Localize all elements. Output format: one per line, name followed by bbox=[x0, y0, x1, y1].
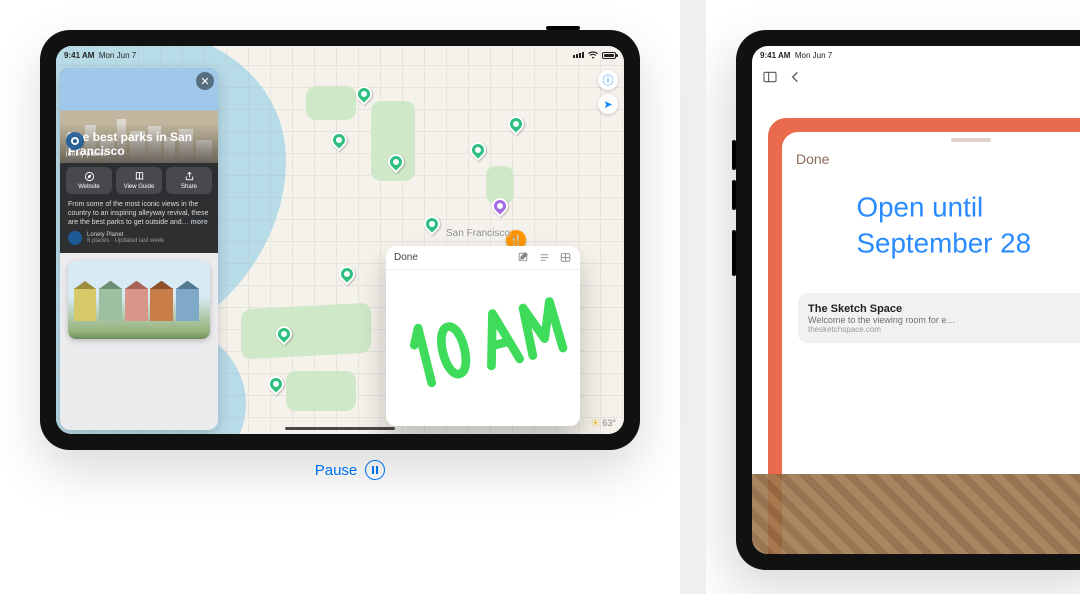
table-icon[interactable] bbox=[559, 251, 572, 264]
status-bar: 9:41 AM Mon Jun 7 bbox=[56, 46, 624, 64]
battery-icon bbox=[602, 52, 616, 59]
map-park-block bbox=[286, 371, 356, 411]
ipad-portrait-device: 9:41 AM Mon Jun 7 Done bbox=[736, 30, 1080, 570]
guide-share-button[interactable]: Share bbox=[166, 167, 212, 194]
ipad-landscape-device: 🍴 San Francisco ⓘ ➤ 63° 9:41 AM Mon Jun … bbox=[40, 30, 640, 450]
guide-website-button[interactable]: Website bbox=[66, 167, 112, 194]
pause-icon bbox=[365, 460, 385, 480]
status-date: Mon Jun 7 bbox=[795, 51, 832, 60]
safari-page-background bbox=[752, 474, 1080, 554]
note-ink-area[interactable]: Open until September 28 bbox=[782, 176, 1080, 287]
link-card-domain: thesketchspace.com bbox=[808, 325, 1080, 334]
close-icon: ✕ bbox=[200, 75, 209, 88]
page-divider bbox=[680, 0, 706, 594]
quick-note-canvas[interactable]: 10 AM bbox=[386, 270, 580, 426]
map-city-label: San Francisco bbox=[446, 228, 510, 239]
sun-icon bbox=[591, 418, 600, 427]
publisher-avatar-icon bbox=[68, 231, 82, 245]
pause-button[interactable]: Pause bbox=[40, 460, 660, 480]
guide-source-meta: 8 places · Updated last week bbox=[87, 238, 164, 244]
guide-blurb: From some of the most iconic views in th… bbox=[60, 198, 218, 227]
guide-source-row[interactable]: Lonely Planet 8 places · Updated last we… bbox=[60, 227, 218, 253]
device-volume-buttons bbox=[546, 26, 580, 30]
note-ink-line1: Open until bbox=[856, 192, 983, 223]
map-park-ggpark bbox=[241, 303, 371, 360]
device-vol-up bbox=[732, 140, 736, 170]
guide-viewguide-button[interactable]: View Guide bbox=[116, 167, 162, 194]
map-weather-badge: 63° bbox=[591, 418, 616, 428]
map-weather-temp: 63° bbox=[602, 418, 616, 428]
pause-label: Pause bbox=[315, 462, 358, 479]
device-vol-down bbox=[732, 180, 736, 210]
quick-note-done-button[interactable]: Done bbox=[394, 252, 418, 263]
chip-label: Share bbox=[181, 184, 197, 190]
locate-icon: ➤ bbox=[603, 98, 612, 111]
link-card-title: The Sketch Space bbox=[808, 303, 1080, 315]
compass-icon bbox=[84, 171, 95, 182]
publisher-badge: lonely planet bbox=[66, 132, 106, 158]
note-done-button[interactable]: Done bbox=[796, 151, 829, 167]
quick-note-header: Done bbox=[386, 246, 580, 270]
maps-guide-card: ✕ lonely planet bbox=[60, 68, 218, 430]
status-time: 9:41 AM bbox=[760, 51, 790, 60]
compose-icon[interactable] bbox=[517, 251, 530, 264]
device-side-button bbox=[732, 230, 736, 276]
quick-note-window[interactable]: Done bbox=[386, 246, 580, 426]
note-ink-line2: September 28 bbox=[856, 228, 1031, 259]
status-bar: 9:41 AM Mon Jun 7 bbox=[752, 46, 1080, 64]
home-indicator[interactable] bbox=[285, 427, 395, 430]
guide-hero-image: lonely planet The best parks in San Fran… bbox=[60, 68, 218, 163]
chip-label: Website bbox=[78, 184, 100, 190]
format-icon[interactable] bbox=[538, 251, 551, 264]
back-icon[interactable] bbox=[788, 69, 804, 85]
ipad-screen-a: 🍴 San Francisco ⓘ ➤ 63° 9:41 AM Mon Jun … bbox=[56, 46, 624, 434]
chip-label: View Guide bbox=[124, 184, 155, 190]
guide-icon bbox=[134, 171, 145, 182]
note-link-card[interactable]: The Sketch Space Welcome to the viewing … bbox=[798, 293, 1080, 343]
safari-toolbar bbox=[752, 64, 1080, 90]
link-card-desc: Welcome to the viewing room for e… bbox=[808, 315, 1080, 325]
close-button[interactable]: ✕ bbox=[196, 72, 214, 90]
map-locate-button[interactable]: ➤ bbox=[598, 94, 618, 114]
info-icon: ⓘ bbox=[603, 72, 614, 88]
status-time: 9:41 AM bbox=[64, 51, 94, 60]
map-park-block bbox=[306, 86, 356, 120]
status-date: Mon Jun 7 bbox=[99, 51, 136, 60]
sidebar-icon[interactable] bbox=[762, 69, 778, 85]
signal-icon bbox=[573, 52, 584, 58]
wifi-icon bbox=[588, 51, 598, 59]
guide-more-link[interactable]: more bbox=[191, 219, 208, 226]
map-info-button[interactable]: ⓘ bbox=[598, 70, 618, 90]
guide-place-thumbnail[interactable] bbox=[68, 261, 210, 339]
share-icon bbox=[184, 171, 195, 182]
ipad-screen-b: 9:41 AM Mon Jun 7 Done bbox=[752, 46, 1080, 554]
